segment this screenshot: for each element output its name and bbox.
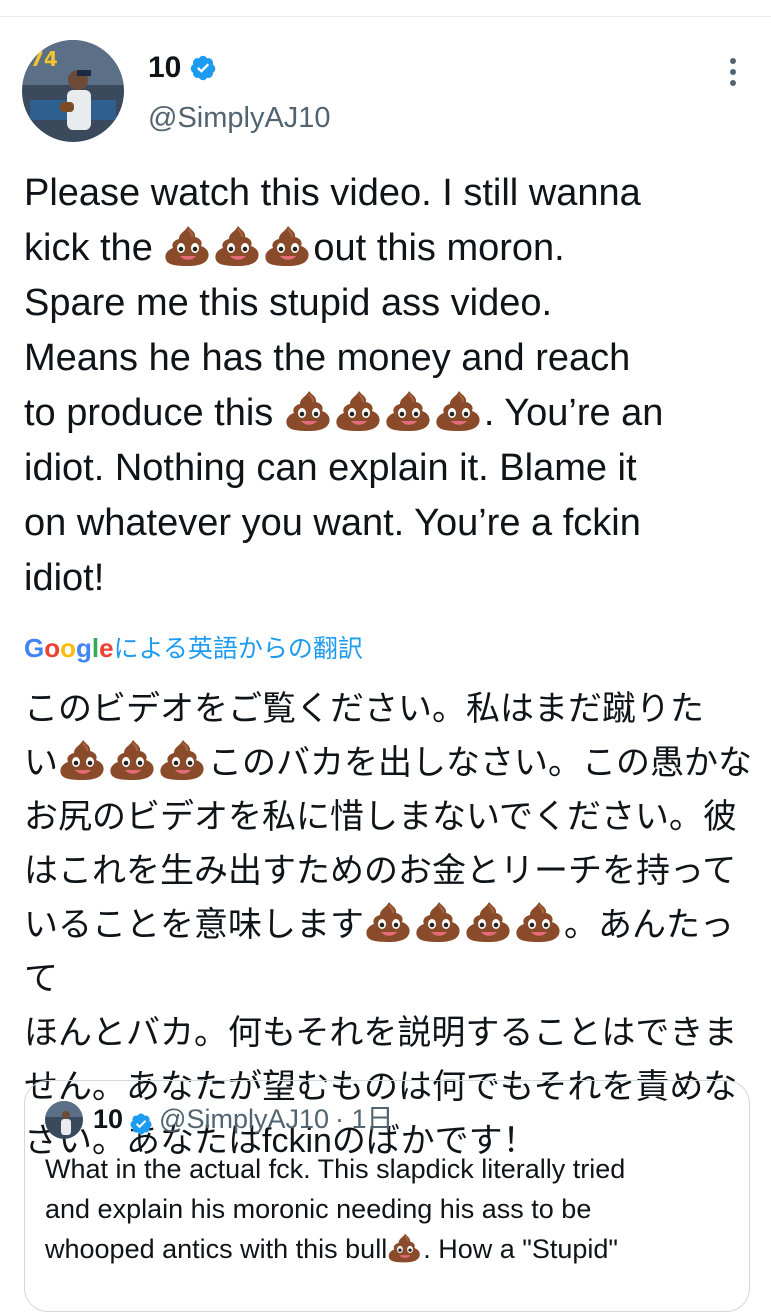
more-vertical-icon[interactable] (718, 54, 748, 90)
verified-badge-icon (189, 54, 217, 82)
quoted-text: What in the actual fck. This slapdick li… (45, 1149, 735, 1269)
pile-of-poo-emoji (364, 900, 414, 944)
pile-of-poo-emoji (514, 900, 564, 944)
pile-of-poo-emoji (334, 389, 384, 433)
quoted-header: 10 @SimplyAJ10 · 1日 (93, 1099, 394, 1139)
author-display-name[interactable]: 10 (148, 48, 181, 88)
top-divider (0, 16, 771, 17)
author-handle[interactable]: @SimplyAJ10 (148, 98, 331, 138)
verified-badge-icon (129, 1107, 153, 1135)
translation-label-text: による英語からの翻訳 (113, 635, 363, 663)
google-logo-letter: G (24, 633, 45, 663)
avatar[interactable]: 74 (22, 40, 124, 142)
pile-of-poo-emoji (213, 224, 263, 268)
poo-emoji-group (284, 389, 484, 434)
poo-emoji-group (163, 224, 313, 269)
google-logo-letter: g (76, 633, 92, 663)
quoted-timestamp: · 1日 (335, 1104, 394, 1134)
google-logo-letter: e (99, 633, 114, 663)
pile-of-poo-emoji (163, 224, 213, 268)
pile-of-poo-emoji (263, 224, 313, 268)
google-logo-letter: o (60, 633, 77, 663)
pile-of-poo-emoji (434, 389, 484, 433)
google-logo: Google (24, 630, 114, 666)
quoted-text-part: . How a "Stupid" (423, 1234, 618, 1264)
pile-of-poo-emoji (384, 389, 434, 433)
quoted-avatar (45, 1101, 83, 1139)
pile-of-poo-emoji (414, 900, 464, 944)
quoted-display-name: 10 (93, 1104, 124, 1134)
pile-of-poo-emoji (158, 738, 208, 782)
pile-of-poo-emoji (108, 738, 158, 782)
pile-of-poo-emoji (387, 1232, 423, 1264)
author-name-row: 10 (148, 48, 217, 88)
quoted-handle: @SimplyAJ10 (159, 1104, 330, 1134)
poo-emoji-group (58, 740, 208, 782)
svg-text:74: 74 (30, 47, 58, 71)
translation-label[interactable]: Google による英語からの翻訳 (24, 630, 363, 667)
google-logo-letter: o (44, 633, 61, 663)
quoted-tweet[interactable]: 10 @SimplyAJ10 · 1日 What in the actual f… (24, 1080, 750, 1312)
pile-of-poo-emoji (284, 389, 334, 433)
pile-of-poo-emoji (58, 738, 108, 782)
poo-emoji-group (387, 1232, 423, 1264)
poo-emoji-group (364, 902, 564, 944)
tweet-text: Please watch this video. I still wanna k… (24, 166, 754, 606)
pile-of-poo-emoji (464, 900, 514, 944)
